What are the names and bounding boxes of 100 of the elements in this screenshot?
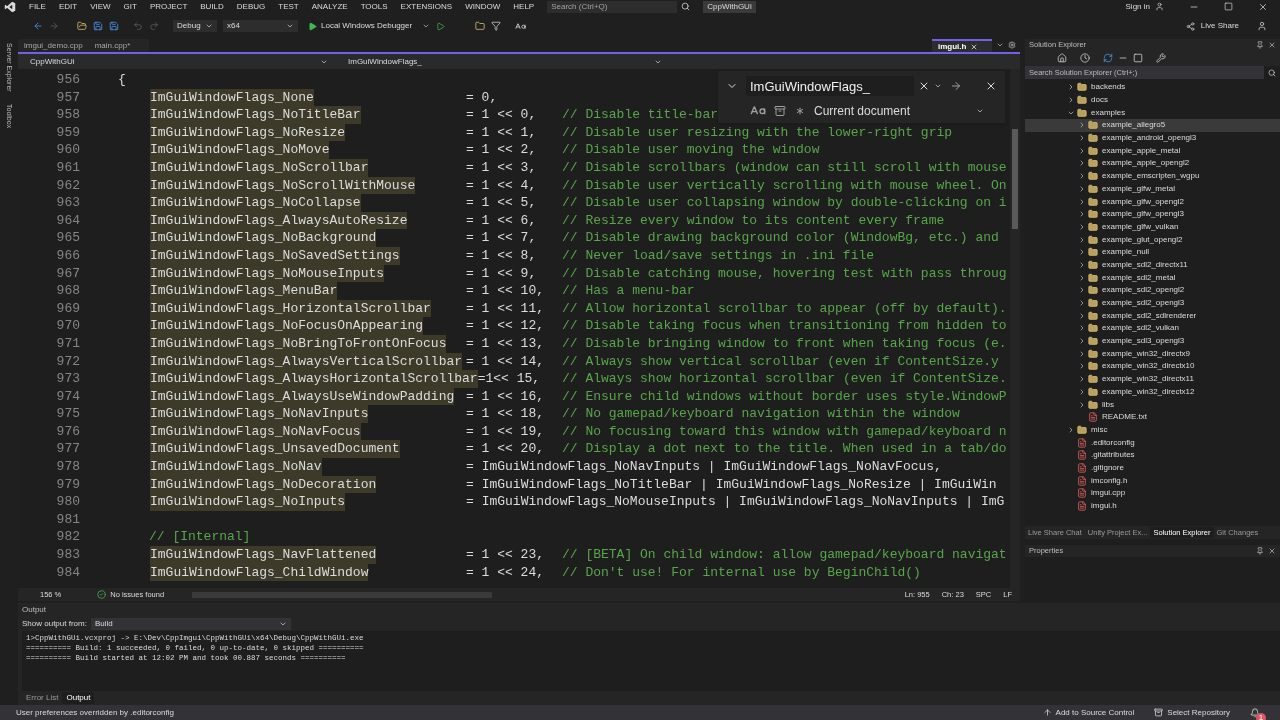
regex-icon[interactable] — [794, 105, 806, 117]
tree-item[interactable]: example_null — [1025, 245, 1280, 259]
scope-dropdown[interactable]: ImGuiWindowFlags_ — [340, 55, 670, 68]
menu-item[interactable]: WINDOW — [465, 0, 501, 13]
save-all-icon[interactable] — [109, 21, 119, 31]
notification-icon[interactable] — [1250, 707, 1260, 718]
menu-item[interactable]: ANALYZE — [311, 0, 348, 13]
close-icon[interactable] — [970, 42, 979, 51]
tree-item[interactable]: libs — [1025, 398, 1280, 411]
tree-item[interactable]: README.txt — [1025, 410, 1280, 424]
tree-item[interactable]: example_win32_directx9 — [1025, 347, 1280, 361]
start-without-debugging-icon[interactable] — [436, 21, 446, 31]
menu-item[interactable]: GIT — [123, 0, 137, 13]
menu-item[interactable]: PROJECT — [149, 0, 188, 13]
tree-item[interactable]: docs — [1025, 93, 1280, 107]
document-tab[interactable]: main.cpp* — [88, 39, 149, 52]
maximize-icon[interactable] — [1224, 2, 1233, 11]
menu-item[interactable]: TOOLS — [360, 0, 388, 13]
document-tab[interactable]: imgui_demo.cpp — [18, 39, 89, 52]
tree-item[interactable]: example_glfw_opengl2 — [1025, 195, 1280, 208]
tree-item[interactable]: example_glfw_opengl3 — [1025, 207, 1280, 221]
sign-in-link[interactable]: Sign in — [1125, 0, 1150, 13]
document-tab[interactable]: imgui.h — [932, 39, 992, 52]
menu-item[interactable]: HELP — [513, 0, 535, 13]
search-field[interactable]: Search (Ctrl+Q) — [547, 0, 678, 13]
tree-item[interactable]: example_win32_directx10 — [1025, 360, 1280, 373]
output-source-dropdown[interactable]: Build — [90, 618, 291, 630]
pin-icon[interactable] — [1256, 40, 1264, 49]
folder-icon[interactable] — [475, 21, 486, 31]
tree-item[interactable]: example_win32_directx12 — [1025, 385, 1280, 399]
account-icon[interactable] — [1155, 2, 1164, 11]
find-next-icon[interactable] — [950, 80, 962, 92]
tree-item[interactable]: example_sdl3_opengl3 — [1025, 334, 1280, 348]
close-icon[interactable] — [1268, 40, 1276, 49]
panel-tab[interactable]: Output — [62, 692, 95, 704]
tree-item[interactable]: imgui.h — [1025, 499, 1280, 513]
live-share-button[interactable]: Live Share — [1200, 20, 1239, 32]
search-scope-dropdown[interactable]: Current document — [814, 102, 984, 120]
save-icon[interactable] — [93, 21, 103, 31]
close-icon[interactable] — [1268, 547, 1276, 555]
menu-item[interactable]: EDIT — [58, 0, 78, 13]
platform-dropdown[interactable]: x64 — [223, 20, 298, 32]
tree-item[interactable]: imgui.cpp — [1025, 487, 1280, 500]
settings-icon[interactable] — [1008, 41, 1016, 49]
pin-icon[interactable] — [1256, 547, 1264, 555]
tree-item[interactable]: example_emscripten_wgpu — [1025, 169, 1280, 183]
configuration-dropdown[interactable]: Debug — [173, 20, 217, 32]
menu-item[interactable]: EXTENSIONS — [400, 0, 453, 13]
tree-item[interactable]: example_glut_opengl2 — [1025, 233, 1280, 246]
tree-item[interactable]: example_apple_opengl2 — [1025, 157, 1280, 170]
tree-item[interactable]: .gitattributes — [1025, 448, 1280, 462]
show-all-files-icon[interactable] — [1133, 53, 1143, 63]
tree-item[interactable]: example_sdl2_opengl3 — [1025, 296, 1280, 310]
tree-item[interactable]: misc — [1025, 423, 1280, 437]
tree-item[interactable]: example_glfw_metal — [1025, 182, 1280, 196]
refresh-icon[interactable] — [1103, 53, 1113, 63]
spell-check-icon[interactable] — [515, 20, 527, 32]
repository-button[interactable]: Select Repository — [1167, 706, 1230, 719]
tree-item[interactable]: backends — [1025, 81, 1280, 94]
back-icon[interactable] — [33, 21, 43, 31]
source-control-button[interactable]: Add to Source Control — [1055, 706, 1135, 719]
tree-item[interactable]: .gitignore — [1025, 461, 1280, 475]
menu-item[interactable]: VIEW — [90, 0, 111, 13]
tree-item[interactable]: example_sdl2_directx11 — [1025, 258, 1280, 272]
menu-item[interactable]: TEST — [278, 0, 299, 13]
tab-list-icon[interactable] — [996, 41, 1004, 49]
clear-icon[interactable] — [918, 80, 930, 92]
tree-item[interactable]: example_sdl2_sdlrenderer — [1025, 309, 1280, 323]
tree-item[interactable]: example_allegro5 — [1025, 119, 1280, 132]
properties-icon[interactable] — [1156, 53, 1166, 63]
logo-icon[interactable] — [4, 0, 16, 13]
tree-item[interactable]: example_sdl2_metal — [1025, 271, 1280, 284]
search-icon[interactable] — [1268, 68, 1276, 77]
tree-item[interactable]: example_sdl2_vulkan — [1025, 322, 1280, 335]
filter-icon[interactable] — [491, 21, 502, 31]
tree-item[interactable]: example_win32_directx11 — [1025, 372, 1280, 386]
home-icon[interactable] — [1057, 53, 1067, 63]
find-field[interactable]: ImGuiWindowFlags_ — [746, 76, 914, 96]
tree-item[interactable]: .editorconfig — [1025, 436, 1280, 449]
history-caret-icon[interactable] — [934, 82, 942, 90]
dropdown-icon[interactable] — [422, 22, 431, 30]
tree-item[interactable]: examples — [1025, 106, 1280, 120]
menu-item[interactable]: BUILD — [200, 0, 224, 13]
tree-item[interactable]: example_glfw_vulkan — [1025, 220, 1280, 234]
tree-item[interactable]: example_apple_metal — [1025, 144, 1280, 158]
tree-item[interactable]: example_sdl2_opengl2 — [1025, 284, 1280, 297]
tree-item[interactable]: imconfig.h — [1025, 474, 1280, 487]
panel-tab[interactable]: Error List — [22, 692, 63, 704]
tree-item[interactable]: example_android_opengl3 — [1025, 131, 1280, 145]
menu-item[interactable]: DEBUG — [236, 0, 266, 13]
project-dropdown[interactable]: CppWithGUi — [18, 55, 340, 68]
scrollbar[interactable] — [1010, 69, 1020, 588]
close-icon[interactable] — [985, 80, 997, 92]
history-icon[interactable] — [1080, 53, 1090, 63]
live-share-icon[interactable] — [1185, 21, 1195, 31]
close-icon[interactable] — [1258, 1, 1268, 12]
start-debugger-button[interactable]: Local Windows Debugger — [304, 20, 417, 32]
menu-item[interactable]: FILE — [29, 0, 46, 13]
enum-value: = 1 << 11, — [466, 299, 545, 318]
open-icon[interactable] — [77, 21, 87, 31]
